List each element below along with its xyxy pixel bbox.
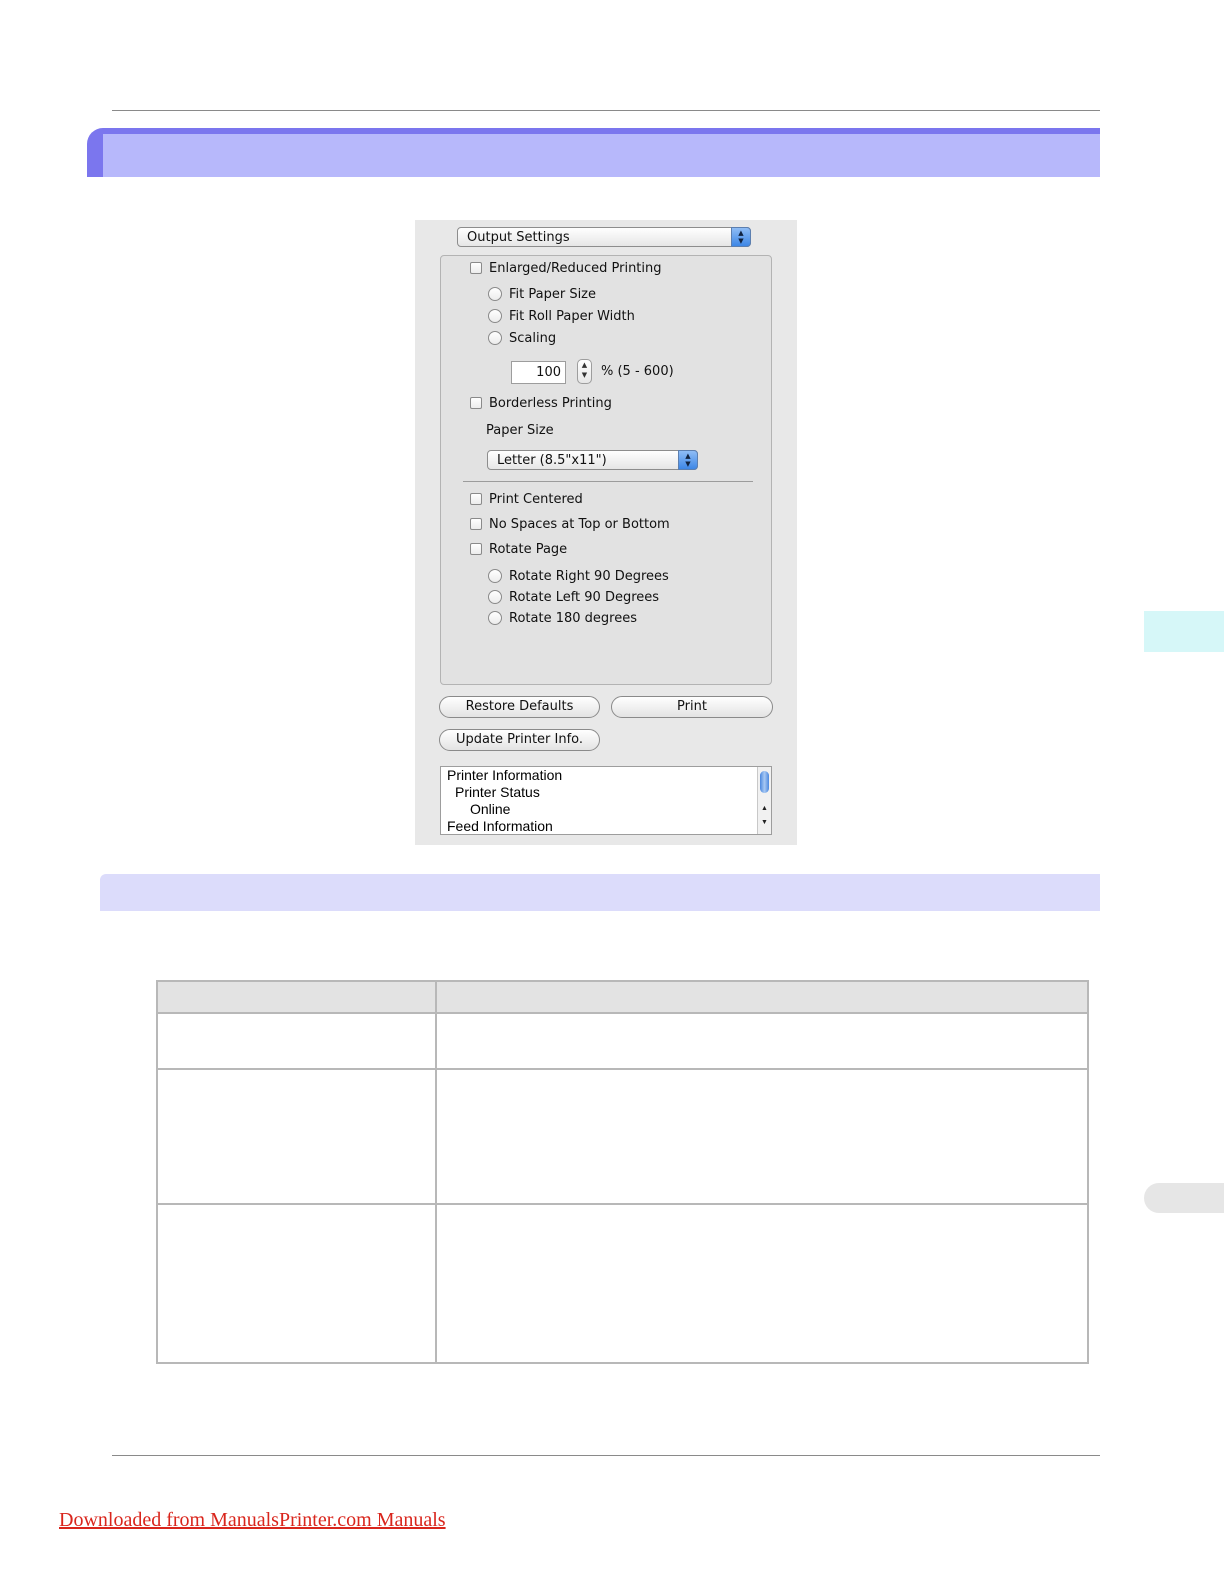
radio-icon — [488, 287, 502, 301]
update-printer-info-button[interactable]: Update Printer Info. — [439, 729, 600, 751]
paper-size-select[interactable]: Letter (8.5"x11") ▲ ▼ — [487, 450, 698, 470]
checkbox-icon — [470, 262, 482, 274]
scroll-down-icon[interactable]: ▼ — [758, 819, 771, 826]
print-centered-checkbox[interactable]: Print Centered — [470, 492, 583, 507]
printer-info-list[interactable]: Printer Information Printer Status Onlin… — [440, 766, 772, 835]
enlarged-reduced-checkbox[interactable]: Enlarged/Reduced Printing — [470, 261, 662, 276]
scroll-thumb[interactable] — [760, 771, 769, 793]
chevron-updown-icon: ▲ ▼ — [678, 450, 698, 470]
list-item: Feed Information — [447, 818, 553, 834]
checkbox-icon — [470, 397, 482, 409]
radio-icon — [488, 590, 502, 604]
radio-icon — [488, 569, 502, 583]
table-header — [156, 980, 1089, 1013]
chevron-updown-icon: ▲ ▼ — [731, 227, 751, 247]
rotate-left-radio[interactable]: Rotate Left 90 Degrees — [488, 590, 659, 605]
paper-size-label: Paper Size — [486, 423, 554, 438]
subsection-bar — [100, 874, 1100, 911]
rotate-right-radio[interactable]: Rotate Right 90 Degrees — [488, 569, 669, 584]
checkbox-icon — [470, 493, 482, 505]
print-button[interactable]: Print — [611, 696, 773, 718]
header-rule — [112, 110, 1100, 111]
scaling-radio[interactable]: Scaling — [488, 331, 556, 346]
scaling-input[interactable]: 100 — [511, 361, 566, 384]
section-title-bar — [87, 128, 1100, 177]
rotate-page-checkbox[interactable]: Rotate Page — [470, 542, 567, 557]
scaling-stepper[interactable]: ▲ ▼ — [577, 359, 592, 384]
paper-size-select-label: Letter (8.5"x11") — [497, 453, 607, 468]
scaling-range-label: % (5 - 600) — [601, 364, 674, 379]
panel-select[interactable]: Output Settings ▲ ▼ — [457, 227, 751, 247]
scrollbar[interactable]: ▲ ▼ — [757, 767, 771, 834]
radio-icon — [488, 309, 502, 323]
index-tab — [1144, 1183, 1224, 1213]
scroll-up-icon[interactable]: ▲ — [758, 805, 771, 812]
footer-rule — [112, 1455, 1100, 1456]
output-settings-dialog: Output Settings ▲ ▼ Enlarged/Reduced Prin… — [415, 220, 797, 845]
panel-select-label: Output Settings — [467, 230, 570, 245]
settings-table — [156, 980, 1089, 1364]
radio-icon — [488, 331, 502, 345]
restore-defaults-button[interactable]: Restore Defaults — [439, 696, 600, 718]
fit-paper-size-radio[interactable]: Fit Paper Size — [488, 287, 596, 302]
checkbox-icon — [470, 518, 482, 530]
rotate-180-radio[interactable]: Rotate 180 degrees — [488, 611, 637, 626]
list-item: Printer Information — [447, 767, 563, 783]
checkbox-icon — [470, 543, 482, 555]
download-source-link[interactable]: Downloaded from ManualsPrinter.com Manua… — [59, 1509, 446, 1532]
separator — [463, 481, 753, 482]
list-item: Online — [470, 801, 511, 817]
list-item: Printer Status — [455, 784, 540, 800]
borderless-checkbox[interactable]: Borderless Printing — [470, 396, 612, 411]
fit-roll-paper-width-radio[interactable]: Fit Roll Paper Width — [488, 309, 635, 324]
radio-icon — [488, 611, 502, 625]
no-spaces-checkbox[interactable]: No Spaces at Top or Bottom — [470, 517, 670, 532]
chapter-tab — [1144, 611, 1224, 652]
